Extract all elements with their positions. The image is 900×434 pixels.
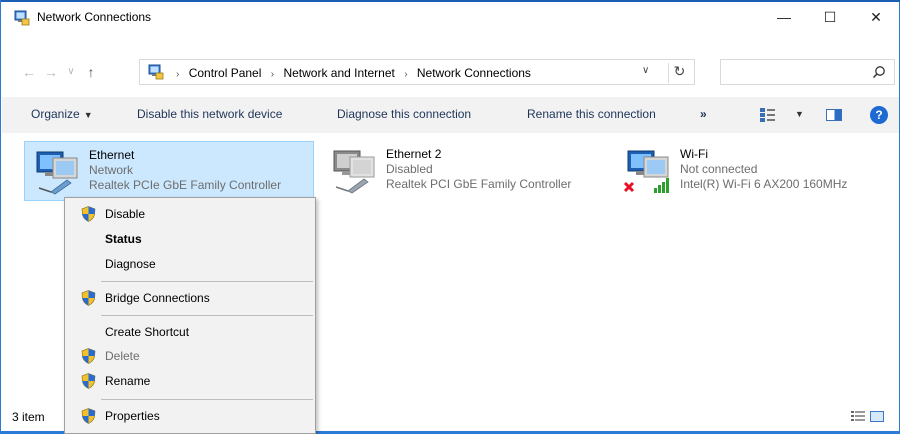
- connection-device: Realtek PCIe GbE Family Controller: [89, 178, 282, 192]
- connection-name: Ethernet: [89, 148, 135, 162]
- connection-device: Intel(R) Wi-Fi 6 AX200 160MHz: [680, 177, 848, 191]
- connection-item-ethernet-2[interactable]: Ethernet 2 Disabled Realtek PCI GbE Fami…: [322, 141, 612, 201]
- search-input[interactable]: [720, 59, 895, 85]
- forward-arrow-icon[interactable]: →: [43, 62, 59, 82]
- up-arrow-icon[interactable]: ↑: [83, 62, 99, 82]
- menu-label: Delete: [105, 349, 140, 363]
- organize-button[interactable]: Organize ▼: [31, 107, 93, 121]
- change-view-icon[interactable]: [759, 107, 777, 123]
- menu-item-create-shortcut[interactable]: Create Shortcut: [67, 321, 313, 343]
- more-commands-button[interactable]: »: [700, 107, 707, 121]
- close-button[interactable]: ✕: [853, 2, 899, 32]
- address-row: ← → ∨ ↑ › Control Panel › Network and In…: [1, 56, 899, 88]
- menu-item-delete[interactable]: Delete: [67, 345, 313, 367]
- recent-locations-chevron-icon[interactable]: ∨: [63, 62, 79, 82]
- menu-separator: [101, 399, 313, 400]
- tiles-view-icon[interactable]: [870, 411, 884, 422]
- menu-separator: [101, 315, 313, 316]
- title-bar[interactable]: Network Connections — ☐ ✕: [1, 2, 899, 32]
- menu-label: Disable: [105, 207, 146, 221]
- menu-label: Rename: [105, 374, 151, 388]
- connection-item-ethernet[interactable]: Ethernet Network Realtek PCIe GbE Family…: [24, 141, 314, 201]
- uac-shield-icon: [81, 290, 96, 306]
- address-dropdown-chevron-icon[interactable]: ∨: [642, 65, 658, 76]
- menu-item-status[interactable]: Status: [67, 228, 313, 250]
- disabled-network-adapter-icon: [333, 150, 375, 194]
- menu-item-properties[interactable]: Properties: [67, 405, 313, 427]
- uac-shield-icon: [81, 408, 96, 424]
- menu-label: Status: [105, 232, 142, 246]
- address-bar[interactable]: › Control Panel › Network and Internet ›…: [139, 59, 695, 85]
- view-options-caret-icon[interactable]: ▼: [795, 109, 804, 119]
- menu-item-diagnose[interactable]: Diagnose: [67, 253, 313, 275]
- connection-status: Network: [89, 163, 134, 177]
- connection-status: Disabled: [386, 162, 433, 176]
- menu-item-disable[interactable]: Disable: [67, 203, 313, 225]
- wired-network-adapter-icon: [36, 151, 78, 195]
- rename-connection-button[interactable]: Rename this connection: [527, 107, 656, 121]
- back-arrow-icon[interactable]: ←: [21, 62, 37, 82]
- connection-device: Realtek PCI GbE Family Controller: [386, 177, 572, 191]
- menu-item-rename[interactable]: Rename: [67, 370, 313, 392]
- command-bar: Organize ▼ Disable this network device Di…: [2, 97, 899, 133]
- wireless-network-adapter-icon: [623, 150, 669, 193]
- control-panel-icon: [148, 64, 164, 80]
- connection-text: Wi-Fi Not connected Intel(R) Wi-Fi 6 AX2…: [680, 147, 847, 192]
- breadcrumb-network-and-internet[interactable]: Network and Internet: [283, 66, 394, 80]
- refresh-icon[interactable]: ↻: [668, 63, 690, 83]
- breadcrumb: › Control Panel › Network and Internet ›…: [170, 66, 531, 80]
- help-icon[interactable]: ?: [870, 106, 888, 124]
- context-menu: Disable Status Diagnose Bridge Connectio…: [64, 197, 316, 434]
- window-title: Network Connections: [37, 10, 152, 24]
- menu-label: Diagnose: [105, 257, 156, 271]
- organize-label: Organize: [31, 107, 80, 121]
- minimize-button[interactable]: —: [761, 2, 807, 32]
- network-connections-icon: [14, 10, 30, 26]
- menu-label: Bridge Connections: [105, 291, 210, 305]
- preview-pane-icon[interactable]: [826, 109, 842, 121]
- menu-label: Properties: [105, 409, 160, 423]
- connection-name: Wi-Fi: [680, 147, 708, 161]
- uac-shield-icon: [81, 373, 96, 389]
- uac-shield-icon: [81, 206, 96, 222]
- connection-item-wifi[interactable]: Wi-Fi Not connected Intel(R) Wi-Fi 6 AX2…: [616, 141, 896, 201]
- organize-caret-icon: ▼: [83, 110, 93, 120]
- connection-text: Ethernet Network Realtek PCIe GbE Family…: [89, 148, 281, 193]
- breadcrumb-separator-icon[interactable]: ›: [404, 69, 407, 80]
- connection-status: Not connected: [680, 162, 758, 176]
- search-icon: [872, 66, 885, 79]
- breadcrumb-network-connections[interactable]: Network Connections: [417, 66, 531, 80]
- breadcrumb-separator-icon[interactable]: ›: [176, 69, 179, 80]
- item-count: 3 item: [12, 410, 45, 424]
- uac-shield-icon: [81, 348, 96, 364]
- connection-text: Ethernet 2 Disabled Realtek PCI GbE Fami…: [386, 147, 571, 192]
- menu-item-bridge-connections[interactable]: Bridge Connections: [67, 287, 313, 309]
- details-view-icon[interactable]: [851, 411, 865, 422]
- breadcrumb-control-panel[interactable]: Control Panel: [189, 66, 262, 80]
- breadcrumb-separator-icon[interactable]: ›: [271, 69, 274, 80]
- menu-label: Create Shortcut: [105, 325, 190, 339]
- maximize-button[interactable]: ☐: [807, 2, 853, 32]
- disable-network-device-button[interactable]: Disable this network device: [137, 107, 282, 121]
- menu-separator: [101, 281, 313, 282]
- diagnose-connection-button[interactable]: Diagnose this connection: [337, 107, 471, 121]
- connection-name: Ethernet 2: [386, 147, 442, 161]
